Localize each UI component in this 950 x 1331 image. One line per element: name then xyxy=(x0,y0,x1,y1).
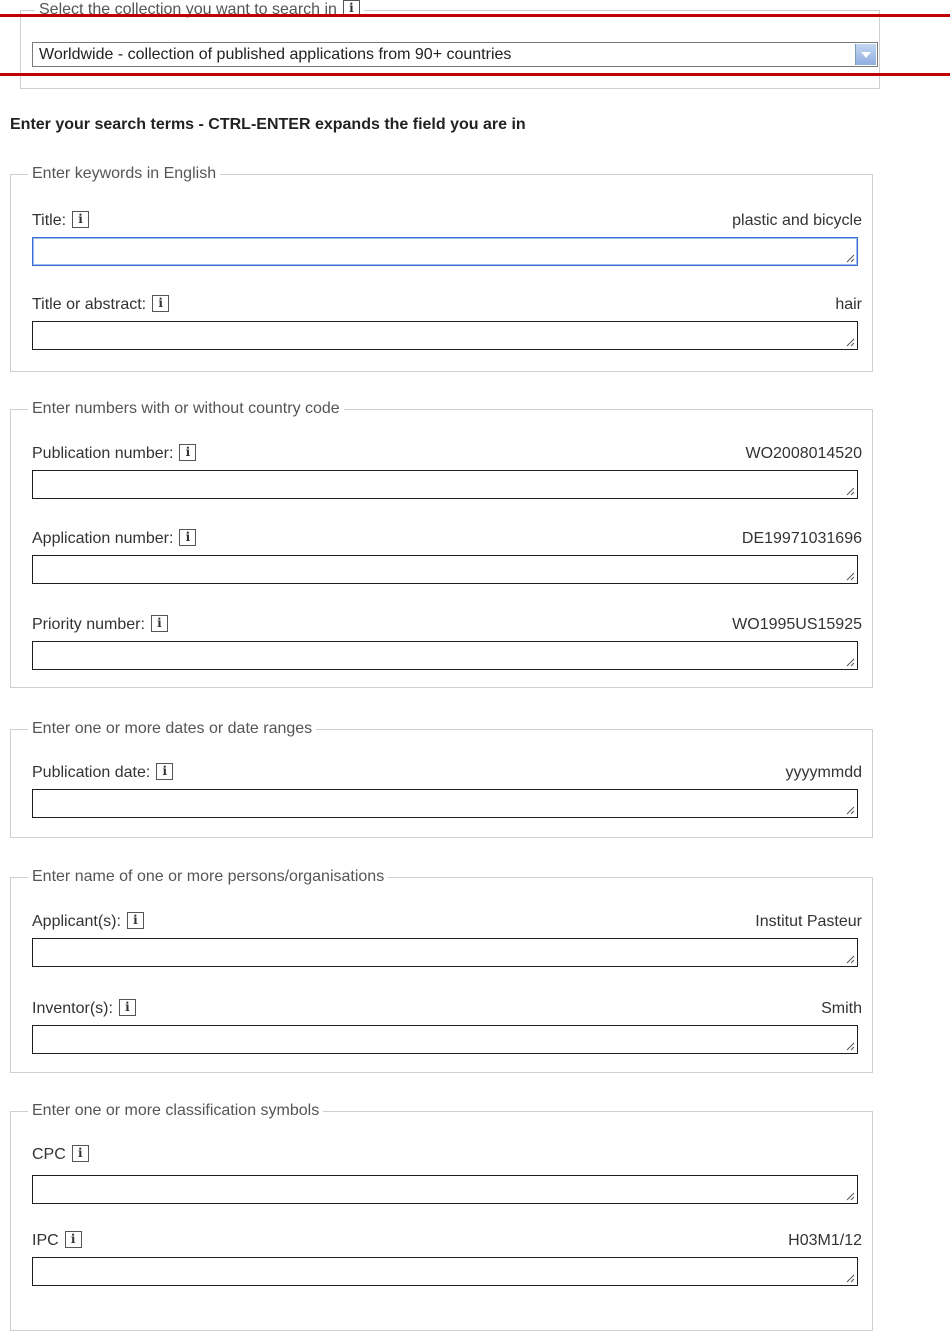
resize-grip-icon[interactable] xyxy=(846,338,855,347)
priority-number-hint: WO1995US15925 xyxy=(732,616,862,633)
info-icon[interactable]: i xyxy=(72,211,90,228)
keywords-fieldset: Enter keywords in English Title: i plasti… xyxy=(10,164,873,372)
application-number-input[interactable] xyxy=(32,555,858,584)
publication-number-label: Publication number: i xyxy=(32,444,197,464)
title-label: Title: i xyxy=(32,211,90,231)
title-abstract-hint: hair xyxy=(835,296,862,313)
application-number-label: Application number: i xyxy=(32,529,197,549)
resize-grip-icon[interactable] xyxy=(846,487,855,496)
names-legend: Enter name of one or more persons/organi… xyxy=(28,867,389,887)
publication-number-hint: WO2008014520 xyxy=(745,445,862,462)
cpc-label: CPC i xyxy=(32,1145,89,1165)
red-guide-line-bottom xyxy=(0,73,950,76)
cpc-input[interactable] xyxy=(32,1175,858,1204)
resize-grip-icon[interactable] xyxy=(846,1042,855,1051)
title-abstract-input[interactable] xyxy=(32,321,858,350)
title-abstract-label: Title or abstract: i xyxy=(32,295,170,315)
publication-number-input[interactable] xyxy=(32,470,858,499)
info-icon[interactable]: i xyxy=(118,999,136,1016)
applicants-label: Applicant(s): i xyxy=(32,912,144,932)
ipc-hint: H03M1/12 xyxy=(788,1232,862,1249)
inventors-hint: Smith xyxy=(821,1000,862,1017)
numbers-legend: Enter numbers with or without country co… xyxy=(28,399,344,419)
collection-select[interactable]: Worldwide - collection of published appl… xyxy=(32,42,878,67)
info-icon[interactable]: i xyxy=(150,615,168,632)
info-icon[interactable]: i xyxy=(64,1231,82,1248)
chevron-down-icon[interactable] xyxy=(855,44,876,65)
keywords-legend: Enter keywords in English xyxy=(28,164,221,184)
info-icon[interactable]: i xyxy=(156,763,174,780)
info-icon[interactable]: i xyxy=(71,1145,89,1162)
ipc-label: IPC i xyxy=(32,1231,82,1251)
dates-fieldset: Enter one or more dates or date ranges P… xyxy=(10,719,873,838)
inventors-label: Inventor(s): i xyxy=(32,999,136,1019)
resize-grip-icon[interactable] xyxy=(846,658,855,667)
collection-select-value: Worldwide - collection of published appl… xyxy=(39,46,512,63)
resize-grip-icon[interactable] xyxy=(846,806,855,815)
title-input[interactable] xyxy=(32,237,858,266)
resize-grip-icon[interactable] xyxy=(846,955,855,964)
publication-date-input[interactable] xyxy=(32,789,858,818)
red-guide-line-top xyxy=(0,14,950,17)
search-heading: Enter your search terms - CTRL-ENTER exp… xyxy=(10,116,526,133)
resize-grip-icon[interactable] xyxy=(846,1274,855,1283)
application-number-hint: DE19971031696 xyxy=(741,530,862,547)
resize-grip-icon[interactable] xyxy=(846,254,855,263)
resize-grip-icon[interactable] xyxy=(846,1192,855,1201)
classification-fieldset: Enter one or more classification symbols… xyxy=(10,1101,873,1331)
priority-number-input[interactable] xyxy=(32,641,858,670)
applicants-hint: Institut Pasteur xyxy=(755,913,862,930)
publication-date-label: Publication date: i xyxy=(32,763,174,783)
info-icon[interactable]: i xyxy=(126,912,144,929)
applicants-input[interactable] xyxy=(32,938,858,967)
title-hint: plastic and bicycle xyxy=(732,212,862,229)
classification-legend: Enter one or more classification symbols xyxy=(28,1101,324,1121)
publication-date-hint: yyyymmdd xyxy=(785,764,862,781)
names-fieldset: Enter name of one or more persons/organi… xyxy=(10,867,873,1073)
collection-legend: Select the collection you want to search… xyxy=(35,0,364,20)
ipc-input[interactable] xyxy=(32,1257,858,1286)
info-icon[interactable]: i xyxy=(179,444,197,461)
dates-legend: Enter one or more dates or date ranges xyxy=(28,719,317,739)
resize-grip-icon[interactable] xyxy=(846,572,855,581)
info-icon[interactable]: i xyxy=(152,295,170,312)
info-icon[interactable]: i xyxy=(179,529,197,546)
inventors-input[interactable] xyxy=(32,1025,858,1054)
numbers-fieldset: Enter numbers with or without country co… xyxy=(10,399,873,688)
priority-number-label: Priority number: i xyxy=(32,615,168,635)
